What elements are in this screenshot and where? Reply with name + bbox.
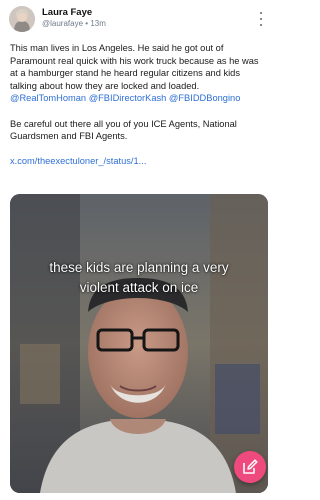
post-header: Laura Faye @laurafaye • 13m xyxy=(0,0,278,40)
mention-link[interactable]: @FBIDirectorKash xyxy=(89,93,167,103)
post-meta: @laurafaye • 13m xyxy=(42,19,106,28)
meta-separator: • xyxy=(85,19,89,28)
post-text-paragraph-2: Be careful out there all you of you ICE … xyxy=(10,118,237,142)
video-thumbnail[interactable]: these kids are planning a very violent a… xyxy=(10,194,268,493)
video-caption-line-1: these kids are planning a very xyxy=(49,260,229,275)
video-caption-line-2: violent attack on ice xyxy=(79,280,199,295)
post-text-paragraph-1: This man lives in Los Angeles. He said h… xyxy=(10,42,268,105)
author-name[interactable]: Laura Faye xyxy=(42,7,92,18)
compose-icon xyxy=(243,459,258,474)
compose-button[interactable] xyxy=(234,451,266,483)
post-body: This man lives in Los Angeles. He said h… xyxy=(10,42,268,181)
mention-link[interactable]: @FBIDDBongino xyxy=(169,93,240,103)
more-vertical-icon[interactable] xyxy=(258,12,264,26)
mention-link[interactable]: @RealTomHoman xyxy=(10,93,86,103)
author-handle[interactable]: @laurafaye xyxy=(42,19,83,28)
avatar[interactable] xyxy=(9,6,35,32)
video-frame-image xyxy=(10,194,268,493)
post-time: 13m xyxy=(90,19,106,28)
post-link[interactable]: x.com/theexectuloner_/status/1... xyxy=(10,156,146,166)
post-text: This man lives in Los Angeles. He said h… xyxy=(10,43,259,91)
